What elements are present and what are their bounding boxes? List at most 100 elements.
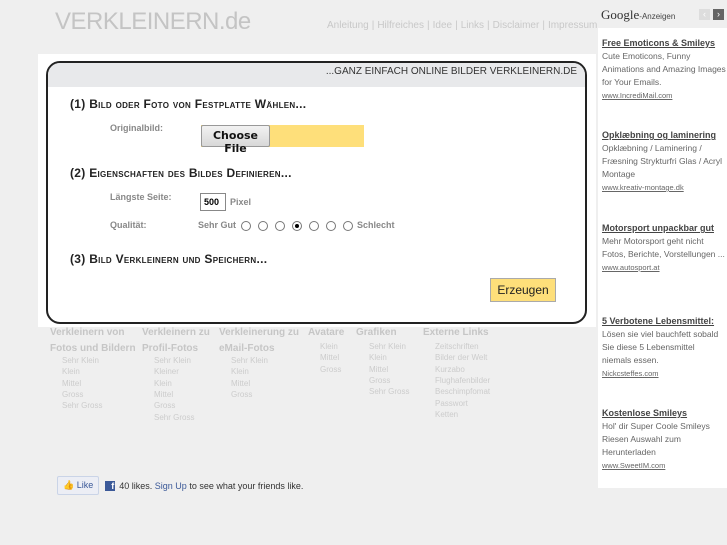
ad-text: Lösen sie viel bauchfett sobald Sie dies…: [602, 329, 719, 365]
thumbs-up-icon: 👍: [63, 480, 75, 490]
ad-text: Hol' dir Super Coole Smileys Riesen Ausw…: [602, 421, 710, 457]
footer-link[interactable]: Zeitschriften: [435, 341, 479, 352]
ad-item[interactable]: Kostenlose Smileys Hol' dir Super Coole S…: [602, 407, 726, 472]
ad-url[interactable]: www.kreativ-montage.dk: [602, 181, 726, 194]
footer-link[interactable]: Sehr Gross: [154, 412, 194, 423]
original-label: Originalbild:: [110, 123, 163, 133]
footer-link[interactable]: Gross: [154, 400, 175, 411]
size-input[interactable]: 500: [200, 193, 226, 211]
footer-heading[interactable]: Verkleinerung zu eMail-Fotos: [219, 325, 304, 357]
footer-link[interactable]: Gross: [231, 389, 252, 400]
footer-heading[interactable]: Externe Links: [423, 325, 493, 341]
like-text: to see what your friends like.: [189, 480, 304, 491]
footer-heading[interactable]: Verkleinern von Fotos und Bildern: [50, 325, 140, 357]
ad-url[interactable]: www.SweetIM.com: [602, 459, 726, 472]
erzeugen-button[interactable]: Erzeugen: [490, 278, 556, 302]
site-logo[interactable]: VERKLEINERN.de: [55, 8, 251, 36]
quality-radio-4[interactable]: [292, 220, 303, 231]
nav-idee[interactable]: Idee: [433, 20, 452, 31]
footer-link[interactable]: Mittel: [231, 378, 250, 389]
ad-url[interactable]: www.IncrediMail.com: [602, 89, 726, 102]
quality-radio-1[interactable]: [241, 220, 252, 231]
footer-link[interactable]: Kurzabo: [435, 364, 465, 375]
nav-impressum[interactable]: Impressum: [548, 20, 597, 31]
footer-heading[interactable]: Grafiken: [356, 325, 416, 341]
footer-link[interactable]: Mittel: [154, 389, 173, 400]
footer-link[interactable]: Beschimpfomat: [435, 386, 490, 397]
footer-link[interactable]: Bilder der Welt: [435, 352, 487, 363]
nav-hilfreiches[interactable]: Hilfreiches: [377, 20, 424, 31]
footer-link[interactable]: Klein: [369, 352, 387, 363]
prev-ad-icon[interactable]: ‹: [699, 9, 710, 20]
footer-link[interactable]: Klein: [154, 378, 172, 389]
footer-link[interactable]: Sehr Klein: [231, 355, 268, 366]
ad-item[interactable]: 5 Verbotene Lebensmittel: Lösen sie viel …: [602, 315, 726, 380]
ads-label: -Anzeigen: [639, 12, 676, 21]
quality-radios: Sehr Gut Schlecht: [198, 220, 395, 231]
like-count: 40 likes.: [119, 480, 153, 491]
ad-title[interactable]: 5 Verbotene Lebensmittel:: [602, 315, 726, 328]
footer-heading[interactable]: Avatare: [308, 325, 353, 341]
top-nav: Anleitung | Hilfreiches | Idee | Links | Disclai…: [327, 20, 598, 31]
next-ad-icon[interactable]: ›: [713, 9, 724, 20]
ad-title[interactable]: Opklæbning og laminering: [602, 129, 726, 142]
footer-link[interactable]: Passwort: [435, 398, 468, 409]
footer-link[interactable]: Sehr Gross: [62, 400, 102, 411]
ad-text: Mehr Motorsport geht nicht Fotos, Berich…: [602, 236, 725, 259]
quality-radio-6[interactable]: [326, 220, 337, 231]
ad-item[interactable]: Opklæbning og laminering Opklæbning / Lam…: [602, 129, 726, 194]
google-ads-label: Google-Anzeigen: [601, 7, 675, 23]
ad-text: Cute Emoticons, Funny Animations and Ama…: [602, 51, 726, 87]
quality-worst-label: Schlecht: [357, 220, 395, 230]
facebook-icon: f: [105, 480, 116, 491]
ad-title[interactable]: Motorsport unpackbar gut: [602, 222, 726, 235]
facebook-like-button[interactable]: 👍 Like: [57, 476, 100, 495]
quality-best-label: Sehr Gut: [198, 220, 237, 230]
tagline: ...GANZ EINFACH ONLINE BILDER VERKLEINER…: [48, 63, 585, 87]
nav-links[interactable]: Links: [461, 20, 484, 31]
ad-title[interactable]: Free Emoticons & Smileys: [602, 37, 726, 50]
footer-link[interactable]: Sehr Klein: [154, 355, 191, 366]
size-unit: Pixel: [230, 197, 252, 207]
size-label: Längste Seite:: [110, 192, 172, 202]
footer-link[interactable]: Klein: [231, 366, 249, 377]
step2-heading: (2) Eigenschaften des Bildes Definieren.…: [70, 166, 292, 180]
ad-url[interactable]: Nickcsteffes.com: [602, 367, 726, 380]
footer-link[interactable]: Klein: [320, 341, 338, 352]
signup-link[interactable]: Sign Up: [155, 481, 187, 491]
facebook-like-bar: 👍 Like f 40 likes. Sign Up to see what y…: [57, 476, 303, 495]
quality-radio-7[interactable]: [343, 220, 354, 231]
ad-title[interactable]: Kostenlose Smileys: [602, 407, 726, 420]
ad-item[interactable]: Free Emoticons & Smileys Cute Emoticons, …: [602, 37, 726, 102]
upload-form: ...GANZ EINFACH ONLINE BILDER VERKLEINER…: [46, 61, 587, 324]
ad-text: Opklæbning / Laminering / Fræsning Stryk…: [602, 143, 722, 179]
quality-label: Qualität:: [110, 220, 147, 230]
footer-heading[interactable]: Verkleinern zu Profil-Fotos: [142, 325, 217, 357]
quality-radio-2[interactable]: [258, 220, 269, 231]
footer-link[interactable]: Sehr Klein: [62, 355, 99, 366]
footer-link[interactable]: Mittel: [320, 352, 339, 363]
footer-link[interactable]: Ketten: [435, 409, 458, 420]
footer-link[interactable]: Gross: [62, 389, 83, 400]
nav-anleitung[interactable]: Anleitung: [327, 20, 369, 31]
footer-link[interactable]: Gross: [369, 375, 390, 386]
quality-radio-3[interactable]: [275, 220, 286, 231]
footer-link[interactable]: Kleiner: [154, 366, 179, 377]
choose-file-button[interactable]: Choose File: [201, 125, 270, 155]
ad-item[interactable]: Motorsport unpackbar gut Mehr Motorsport …: [602, 222, 726, 274]
footer-link[interactable]: Mittel: [62, 378, 81, 389]
footer-link[interactable]: Flughafenbilder: [435, 375, 490, 386]
step1-heading: (1) Bild oder Foto von Festplatte Wählen…: [70, 97, 307, 111]
quality-radio-5[interactable]: [309, 220, 320, 231]
file-input[interactable]: Choose File: [201, 125, 364, 155]
footer-link[interactable]: Sehr Gross: [369, 386, 409, 397]
google-logo: Google: [601, 7, 640, 22]
footer-link[interactable]: Klein: [62, 366, 80, 377]
footer-link[interactable]: Sehr Klein: [369, 341, 406, 352]
ad-url[interactable]: www.autosport.at: [602, 261, 726, 274]
nav-disclaimer[interactable]: Disclaimer: [493, 20, 540, 31]
footer-link[interactable]: Gross: [320, 364, 341, 375]
footer-link[interactable]: Mittel: [369, 364, 388, 375]
step3-heading: (3) Bild Verkleinern und Speichern...: [70, 252, 268, 266]
like-label: Like: [76, 480, 94, 490]
